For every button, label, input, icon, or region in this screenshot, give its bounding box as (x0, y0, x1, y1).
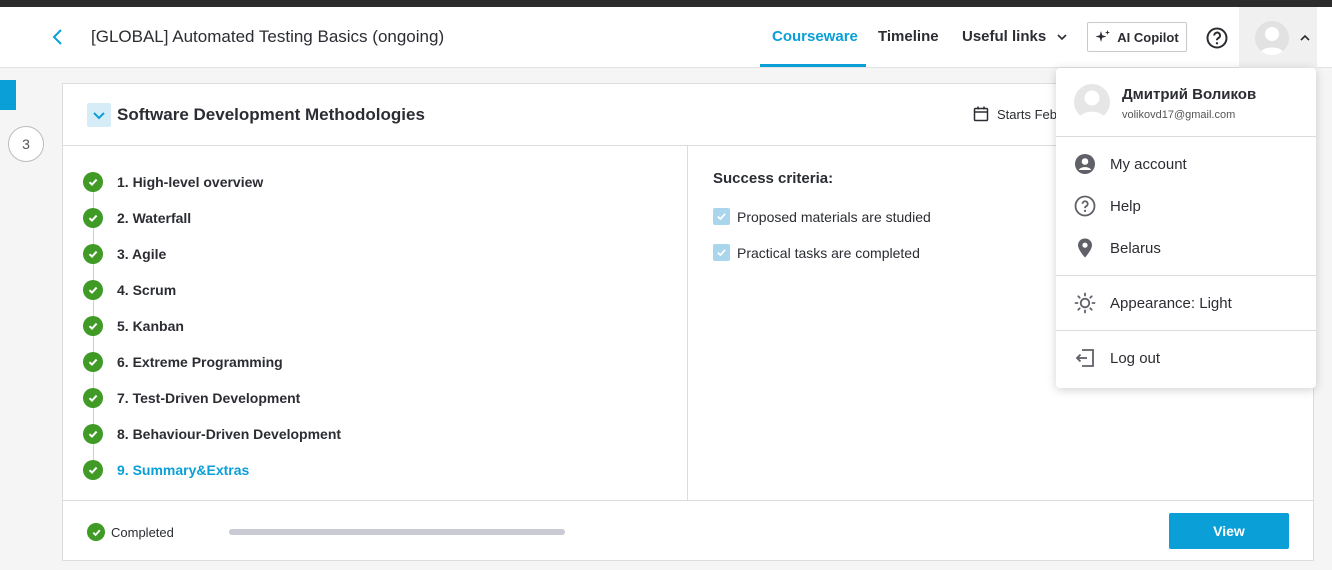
sidebar-expand-tab[interactable] (0, 80, 16, 110)
menu-item-my-account[interactable]: My account (1056, 146, 1316, 182)
module-title: Software Development Methodologies (117, 105, 425, 124)
menu-divider (1056, 275, 1316, 276)
progress-bar-fill (229, 529, 565, 535)
app-header: [GLOBAL] Automated Testing Basics (ongoi… (0, 7, 1332, 68)
lesson-label: 9. Summary&Extras (117, 462, 250, 478)
useful-links-dropdown[interactable]: Useful links (962, 28, 1068, 45)
lesson-label: 4. Scrum (117, 282, 177, 298)
lesson-item[interactable]: 2. Waterfall (83, 207, 191, 229)
menu-item-label: Appearance: Light (1110, 294, 1232, 312)
start-date: Starts Feb (973, 106, 1057, 122)
lesson-item[interactable]: 3. Agile (83, 243, 166, 265)
menu-item-label: Help (1110, 197, 1141, 215)
menu-item-logout[interactable]: Log out (1056, 340, 1316, 376)
course-title: [GLOBAL] Automated Testing Basics (ongoi… (91, 27, 445, 46)
active-tab-indicator (760, 64, 866, 67)
step-number-badge[interactable]: 3 (8, 126, 44, 162)
user-menu-dropdown: Дмитрий Воликов volikovd17@gmail.com My … (1056, 68, 1316, 388)
calendar-icon (973, 106, 989, 122)
user-info: Дмитрий Воликов volikovd17@gmail.com (1056, 68, 1316, 137)
menu-item-help[interactable]: Help (1056, 188, 1316, 224)
top-strip (0, 0, 1332, 7)
avatar (1255, 20, 1289, 55)
criterion-item: Proposed materials are studied (713, 208, 931, 225)
tab-timeline[interactable]: Timeline (878, 28, 939, 45)
help-icon (1074, 195, 1096, 217)
lesson-label: 2. Waterfall (117, 210, 192, 226)
completion-status-label: Completed (111, 524, 174, 540)
chevron-up-icon (1300, 34, 1310, 41)
help-icon[interactable] (1205, 26, 1229, 50)
check-circle-icon (83, 316, 103, 336)
lesson-list: 1. High-level overview 2. Waterfall 3. A… (63, 146, 688, 500)
lesson-item[interactable]: 4. Scrum (83, 279, 176, 301)
lesson-label: 5. Kanban (117, 318, 184, 334)
completion-status: Completed (87, 523, 174, 541)
sparkle-icon (1095, 30, 1111, 42)
check-circle-icon (83, 172, 103, 192)
user-email: volikovd17@gmail.com (1122, 109, 1236, 121)
check-circle-icon (83, 460, 103, 480)
useful-links-label: Useful links (962, 28, 1047, 45)
lesson-item[interactable]: 8. Behaviour-Driven Development (83, 423, 341, 445)
lesson-item[interactable]: 1. High-level overview (83, 171, 263, 193)
chevron-down-icon (1057, 34, 1067, 41)
checkbox-checked-icon (713, 244, 730, 261)
start-date-label: Starts Feb (997, 106, 1057, 122)
ai-copilot-button[interactable]: AI Copilot (1087, 22, 1187, 52)
check-circle-icon (83, 280, 103, 300)
module-card-footer: Completed View (63, 500, 1313, 560)
lesson-item[interactable]: 5. Kanban (83, 315, 184, 337)
user-menu-toggle[interactable] (1239, 7, 1317, 68)
sun-icon (1074, 292, 1096, 314)
lesson-item[interactable]: 7. Test-Driven Development (83, 387, 300, 409)
logout-icon (1075, 349, 1094, 367)
success-criteria-title: Success criteria: (713, 170, 834, 187)
collapse-module-button[interactable] (87, 103, 111, 127)
lesson-label: 6. Extreme Programming (117, 354, 283, 370)
account-circle-icon (1075, 154, 1095, 174)
check-circle-icon (83, 208, 103, 228)
lesson-item[interactable]: 6. Extreme Programming (83, 351, 283, 373)
lesson-label: 3. Agile (117, 246, 167, 262)
criterion-label: Practical tasks are completed (737, 244, 920, 261)
lesson-label: 1. High-level overview (117, 174, 264, 190)
avatar (1074, 84, 1110, 120)
criterion-item: Practical tasks are completed (713, 244, 920, 261)
check-circle-icon (83, 424, 103, 444)
lesson-label: 7. Test-Driven Development (117, 390, 301, 406)
tab-courseware[interactable]: Courseware (772, 28, 858, 45)
checkbox-checked-icon (713, 208, 730, 225)
chevron-down-icon (93, 112, 105, 120)
lesson-label: 8. Behaviour-Driven Development (117, 426, 342, 442)
menu-item-label: Belarus (1110, 239, 1161, 257)
user-name: Дмитрий Воликов (1122, 86, 1257, 103)
check-circle-icon (87, 523, 105, 541)
check-circle-icon (83, 352, 103, 372)
view-button[interactable]: View (1169, 513, 1289, 549)
back-chevron-icon[interactable] (48, 25, 68, 49)
lesson-item-current[interactable]: 9. Summary&Extras (83, 459, 249, 481)
menu-item-location[interactable]: Belarus (1056, 230, 1316, 266)
criterion-label: Proposed materials are studied (737, 208, 931, 225)
menu-item-label: My account (1110, 155, 1187, 173)
menu-item-appearance[interactable]: Appearance: Light (1056, 285, 1316, 321)
check-circle-icon (83, 244, 103, 264)
progress-bar (229, 529, 565, 535)
menu-item-label: Log out (1110, 349, 1161, 367)
ai-copilot-label: AI Copilot (1117, 29, 1179, 45)
check-circle-icon (83, 388, 103, 408)
location-pin-icon (1078, 238, 1092, 258)
menu-divider (1056, 330, 1316, 331)
